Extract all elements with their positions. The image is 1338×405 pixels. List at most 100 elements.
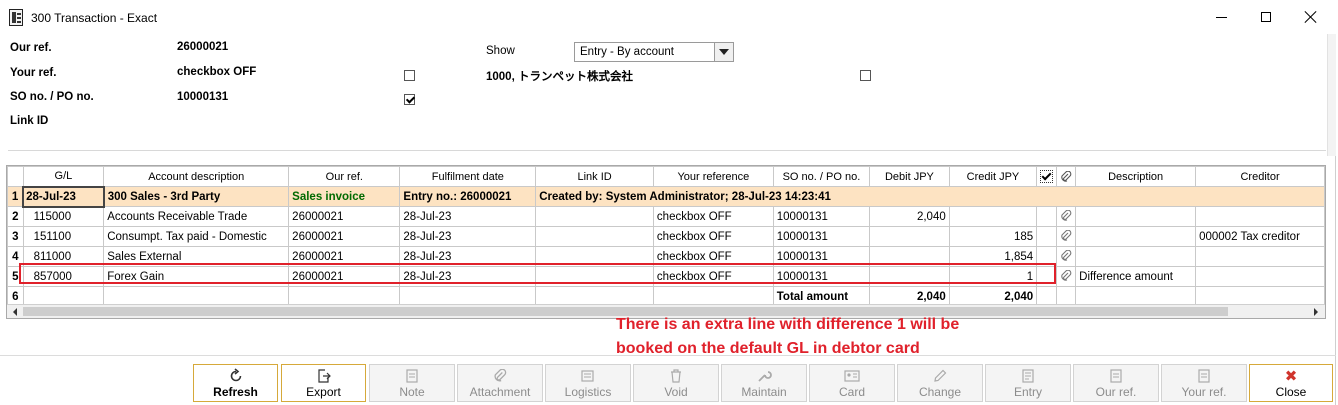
entry-header-row[interactable]: 1 28-Jul-23 300 Sales - 3rd Party Sales … xyxy=(7,185,1325,208)
gl-cell[interactable]: 857000 xyxy=(22,266,105,287)
our-ref-cell[interactable]: 26000021 xyxy=(288,246,401,267)
table-row[interactable]: 4 811000 Sales External 26000021 28-Jul-… xyxy=(7,246,1325,267)
fulfilment-date-cell[interactable]: 28-Jul-23 xyxy=(399,226,537,247)
credit-cell[interactable] xyxy=(948,206,1038,227)
refresh-button[interactable]: Refresh xyxy=(193,364,278,402)
account-description-cell[interactable]: Forex Gain xyxy=(103,266,290,287)
logistics-button[interactable]: Logistics xyxy=(545,364,631,402)
col-header-link-id[interactable]: Link ID xyxy=(535,166,654,187)
so-po-checkbox[interactable] xyxy=(404,94,415,105)
show-dropdown[interactable]: Entry - By account xyxy=(574,42,734,62)
description-cell[interactable]: Difference amount xyxy=(1075,266,1197,287)
check-cell[interactable] xyxy=(1036,206,1058,227)
attachment-cell[interactable] xyxy=(1056,246,1077,267)
attachment-cell[interactable] xyxy=(1056,206,1077,227)
paperclip-icon[interactable] xyxy=(1060,270,1072,282)
description-cell[interactable] xyxy=(1075,246,1197,267)
paperclip-icon[interactable] xyxy=(1060,230,1072,242)
credit-cell[interactable]: 185 xyxy=(948,226,1038,247)
note-button[interactable]: Note xyxy=(369,364,455,402)
attachment-button[interactable]: Attachment xyxy=(457,364,543,402)
creditor-cell[interactable]: 000002 Tax creditor xyxy=(1195,226,1325,247)
maximize-button[interactable] xyxy=(1243,5,1289,29)
our-ref-cell[interactable]: 26000021 xyxy=(288,266,401,287)
col-header-so-po[interactable]: SO no. / PO no. xyxy=(772,166,871,187)
our-ref-cell[interactable]: 26000021 xyxy=(288,226,401,247)
your-reference-cell[interactable]: checkbox OFF xyxy=(652,226,774,247)
col-header-our-ref[interactable]: Our ref. xyxy=(288,166,401,187)
col-header-creditor[interactable]: Creditor xyxy=(1195,166,1325,187)
attachment-cell[interactable] xyxy=(1056,266,1077,287)
so-po-cell[interactable]: 10000131 xyxy=(772,226,871,247)
col-header-account-description[interactable]: Account description xyxy=(103,166,290,187)
so-po-cell[interactable]: 10000131 xyxy=(772,246,871,267)
col-header-debit[interactable]: Debit JPY xyxy=(869,166,950,187)
our-ref-button[interactable]: Our ref. xyxy=(1073,364,1159,402)
change-button[interactable]: Change xyxy=(897,364,983,402)
our-ref-cell[interactable]: 26000021 xyxy=(288,206,401,227)
entry-button[interactable]: Entry xyxy=(985,364,1071,402)
table-row[interactable]: 3 151100 Consumpt. Tax paid - Domestic 2… xyxy=(7,226,1325,247)
gl-cell[interactable]: 811000 xyxy=(22,246,105,267)
so-po-cell[interactable]: 10000131 xyxy=(772,206,871,227)
close-button[interactable]: ✖ Close xyxy=(1249,364,1333,402)
void-button[interactable]: Void xyxy=(633,364,719,402)
debit-cell[interactable] xyxy=(869,226,950,247)
gl-cell[interactable]: 151100 xyxy=(22,226,105,247)
your-reference-cell[interactable]: checkbox OFF xyxy=(652,246,774,267)
link-id-cell[interactable] xyxy=(535,246,654,267)
check-cell[interactable] xyxy=(1036,226,1058,247)
scroll-right-arrow[interactable] xyxy=(1309,305,1323,318)
your-reference-cell[interactable]: checkbox OFF xyxy=(652,206,774,227)
paperclip-icon[interactable] xyxy=(1060,250,1072,262)
export-button[interactable]: Export xyxy=(281,364,366,402)
vertical-scrollbar[interactable] xyxy=(1327,34,1336,156)
debit-cell[interactable] xyxy=(869,246,950,267)
col-header-gl[interactable]: G/L xyxy=(22,166,105,187)
minimize-button[interactable] xyxy=(1198,5,1244,29)
gl-cell[interactable]: 115000 xyxy=(22,206,105,227)
table-row[interactable]: 2 115000 Accounts Receivable Trade 26000… xyxy=(7,206,1325,227)
link-id-cell[interactable] xyxy=(535,226,654,247)
description-cell[interactable] xyxy=(1075,226,1197,247)
credit-cell[interactable]: 1 xyxy=(948,266,1038,287)
col-header-check[interactable] xyxy=(1036,166,1058,187)
debit-cell[interactable]: 2,040 xyxy=(869,206,950,227)
close-window-button[interactable] xyxy=(1288,5,1334,29)
card-button[interactable]: Card xyxy=(809,364,895,402)
col-header-attachment[interactable] xyxy=(1056,166,1077,187)
fulfilment-date-cell[interactable]: 28-Jul-23 xyxy=(399,206,537,227)
description-cell[interactable] xyxy=(1075,206,1197,227)
col-header-your-reference[interactable]: Your reference xyxy=(652,166,774,187)
col-header-description[interactable]: Description xyxy=(1075,166,1197,187)
your-ref-checkbox[interactable] xyxy=(404,70,415,81)
entry-date[interactable]: 28-Jul-23 xyxy=(22,185,105,208)
check-cell[interactable] xyxy=(1036,246,1058,267)
account-description-cell[interactable]: Accounts Receivable Trade xyxy=(103,206,290,227)
account-description-cell[interactable]: Consumpt. Tax paid - Domestic xyxy=(103,226,290,247)
table-row[interactable]: 5 857000 Forex Gain 26000021 28-Jul-23 c… xyxy=(7,266,1325,287)
debit-cell[interactable] xyxy=(869,266,950,287)
paperclip-icon[interactable] xyxy=(1060,210,1072,222)
check-cell[interactable] xyxy=(1036,266,1058,287)
credit-cell[interactable]: 1,854 xyxy=(948,246,1038,267)
scroll-left-arrow[interactable] xyxy=(8,305,22,318)
attachment-cell[interactable] xyxy=(1056,226,1077,247)
creditor-cell[interactable] xyxy=(1195,246,1325,267)
chevron-down-icon[interactable] xyxy=(714,43,733,61)
creditor-cell[interactable] xyxy=(1195,266,1325,287)
creditor-cell[interactable] xyxy=(1195,206,1325,227)
your-ref-button[interactable]: Your ref. xyxy=(1161,364,1247,402)
link-id-cell[interactable] xyxy=(535,206,654,227)
fulfilment-date-cell[interactable]: 28-Jul-23 xyxy=(399,266,537,287)
your-reference-cell[interactable]: checkbox OFF xyxy=(652,266,774,287)
fulfilment-date-cell[interactable]: 28-Jul-23 xyxy=(399,246,537,267)
col-header-credit[interactable]: Credit JPY xyxy=(948,166,1038,187)
maintain-button[interactable]: Maintain xyxy=(721,364,807,402)
col-header-fulfilment-date[interactable]: Fulfilment date xyxy=(399,166,537,187)
account-checkbox[interactable] xyxy=(860,70,871,81)
account-description-cell[interactable]: Sales External xyxy=(103,246,290,267)
scrollbar-thumb[interactable] xyxy=(23,307,1228,316)
link-id-cell[interactable] xyxy=(535,266,654,287)
so-po-cell[interactable]: 10000131 xyxy=(772,266,871,287)
